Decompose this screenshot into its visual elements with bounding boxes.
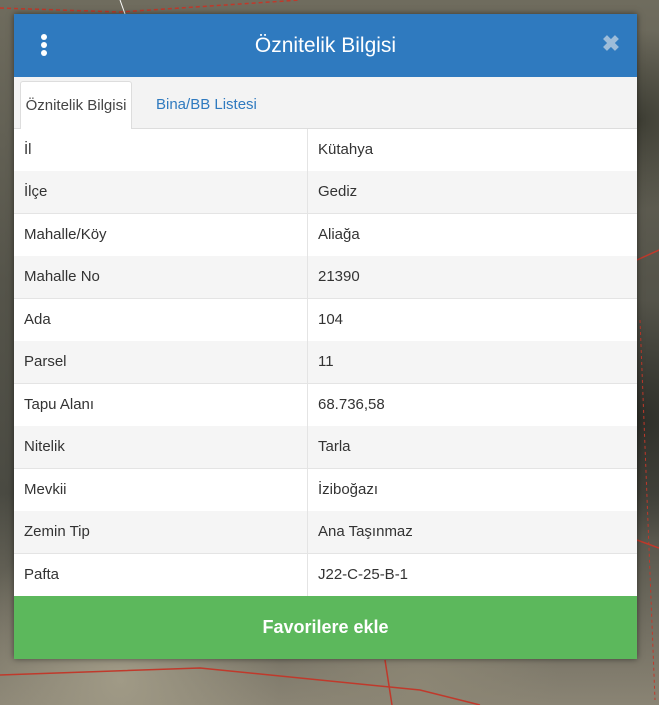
attribute-key: Parsel	[24, 353, 67, 371]
attribute-value: Tarla	[318, 438, 351, 456]
column-divider	[307, 426, 308, 469]
table-row: Mahalle No 21390	[14, 256, 637, 300]
attribute-key: Pafta	[24, 565, 60, 583]
attribute-value: Kütahya	[318, 141, 374, 158]
attribute-value: 11	[318, 353, 334, 371]
column-divider	[307, 553, 308, 596]
attribute-dialog: Öznitelik Bilgisi ✖ Öznitelik Bilgisi Bi…	[14, 14, 637, 659]
tab-building-list[interactable]: Bina/BB Listesi	[146, 81, 267, 128]
table-row: Nitelik Tarla	[14, 426, 637, 470]
table-row: Pafta J22-C-25-B-1	[14, 553, 637, 597]
column-divider	[307, 171, 308, 214]
attribute-key: Ada	[24, 310, 51, 328]
attribute-table: İl Kütahya İlçe Gediz Mahalle/Köy Aliağa…	[14, 129, 637, 597]
column-divider	[307, 213, 308, 256]
attribute-key: Tapu Alanı	[24, 395, 95, 413]
dialog-title: Öznitelik Bilgisi	[254, 34, 397, 57]
tab-attribute-info[interactable]: Öznitelik Bilgisi	[20, 81, 132, 130]
table-row: Tapu Alanı 68.736,58	[14, 383, 637, 427]
tab-bar: Öznitelik Bilgisi Bina/BB Listesi	[14, 77, 637, 130]
column-divider	[307, 129, 308, 171]
column-divider	[307, 383, 308, 426]
column-divider	[307, 298, 308, 341]
table-row: Zemin Tip Ana Taşınmaz	[14, 511, 637, 555]
dialog-header: Öznitelik Bilgisi ✖	[14, 14, 637, 77]
table-row: İl Kütahya	[14, 129, 637, 172]
attribute-key: İl	[24, 141, 32, 158]
close-icon[interactable]: ✖	[601, 32, 621, 56]
table-row: Mahalle/Köy Aliağa	[14, 213, 637, 257]
column-divider	[307, 468, 308, 511]
attribute-key: İlçe	[24, 183, 48, 201]
attribute-value: Ana Taşınmaz	[318, 523, 413, 541]
table-row: İlçe Gediz	[14, 171, 637, 215]
attribute-key: Nitelik	[24, 438, 65, 456]
table-row: Mevkii İziboğazı	[14, 468, 637, 512]
attribute-value: 68.736,58	[318, 395, 385, 413]
attribute-key: Mahalle/Köy	[24, 225, 107, 243]
add-favorite-button[interactable]: Favorilere ekle	[14, 596, 637, 659]
table-row: Ada 104	[14, 298, 637, 342]
table-row: Parsel 11	[14, 341, 637, 385]
attribute-value: J22-C-25-B-1	[318, 565, 409, 583]
attribute-value: 104	[318, 310, 344, 328]
attribute-key: Zemin Tip	[24, 523, 90, 541]
attribute-value: 21390	[318, 268, 360, 286]
attribute-value: İziboğazı	[318, 480, 379, 498]
attribute-key: Mahalle No	[24, 268, 100, 286]
column-divider	[307, 511, 308, 554]
column-divider	[307, 256, 308, 299]
attribute-key: Mevkii	[24, 480, 67, 498]
attribute-value: Gediz	[318, 183, 358, 201]
attribute-value: Aliağa	[318, 225, 360, 243]
column-divider	[307, 341, 308, 384]
